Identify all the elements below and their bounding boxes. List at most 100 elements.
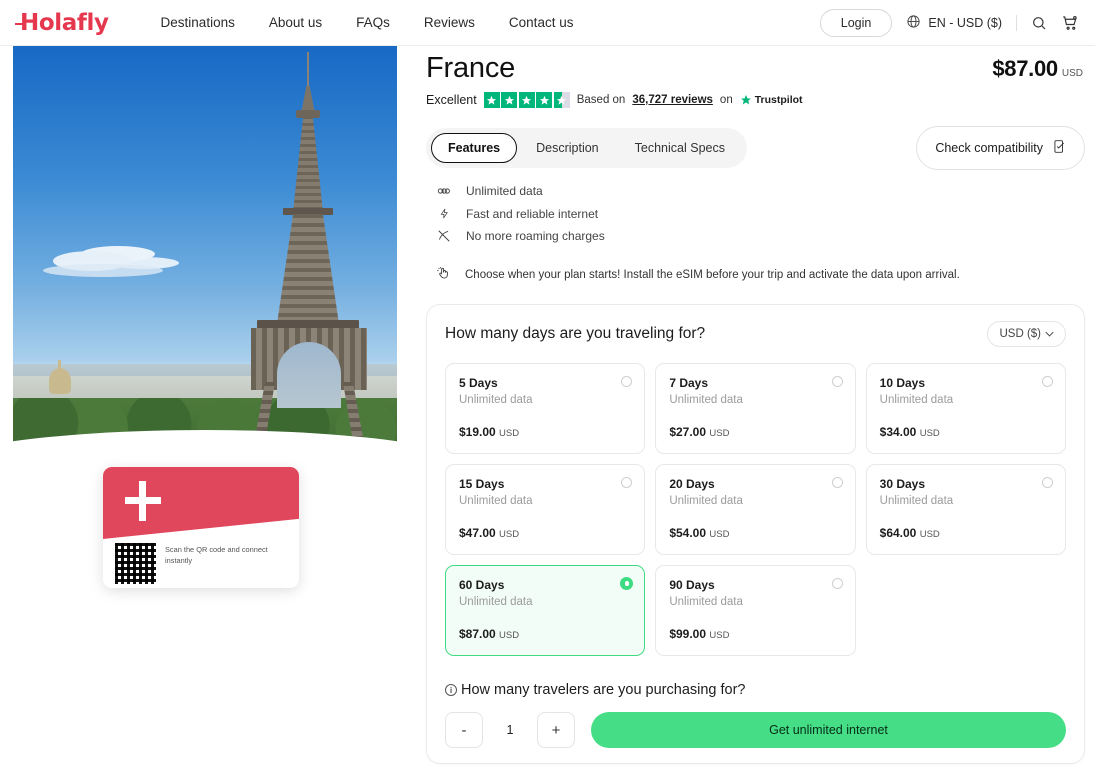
plan-price-amount: $64.00 xyxy=(879,526,917,540)
info-icon[interactable]: i xyxy=(445,684,457,696)
plan-option-7-days[interactable]: 7 Days Unlimited data $27.00 USD xyxy=(655,363,856,454)
star-icon xyxy=(483,92,500,108)
tab-technical-specs[interactable]: Technical Specs xyxy=(618,133,742,163)
star-icon xyxy=(501,92,518,108)
plan-sub-label: Unlimited data xyxy=(669,495,743,507)
plan-start-notice: Choose when your plan starts! Install th… xyxy=(426,265,1085,284)
plan-days-label: 60 Days xyxy=(459,578,505,592)
currency-selector-label: USD ($) xyxy=(999,328,1041,340)
login-button[interactable]: Login xyxy=(819,8,893,37)
currency-selector[interactable]: USD ($) xyxy=(987,321,1066,347)
star-icon xyxy=(536,92,553,108)
holafly-h-icon xyxy=(125,481,165,521)
header-divider xyxy=(1016,14,1017,31)
plan-sub-label: Unlimited data xyxy=(879,394,954,406)
plan-option-20-days[interactable]: 20 Days Unlimited data $54.00 USD xyxy=(655,464,856,555)
page-title: France xyxy=(426,52,516,84)
plan-option-15-days[interactable]: 15 Days Unlimited data $47.00 USD xyxy=(445,464,646,555)
nav-item-reviews[interactable]: Reviews xyxy=(424,15,475,30)
page-body: Scan the QR code and connect instantly F… xyxy=(0,46,1095,773)
plan-price: $34.00 USD xyxy=(880,425,1052,439)
holafly-logo[interactable]: Holafly xyxy=(15,10,109,36)
plan-selection-panel: How many days are you traveling for? USD… xyxy=(426,304,1085,764)
plan-price-currency: USD xyxy=(709,428,730,439)
rating-word: Excellent xyxy=(426,93,477,107)
travelers-question: How many travelers are you purchasing fo… xyxy=(461,682,746,698)
check-compatibility-button[interactable]: Check compatibility xyxy=(916,126,1085,170)
plan-grid: 5 Days Unlimited data $19.00 USD 7 Days … xyxy=(445,363,1066,656)
trustpilot-logo: Trustpilot xyxy=(740,94,803,106)
trustpilot-rating: Excellent Based on 36,727 reviews on Tru… xyxy=(426,92,1085,108)
plan-days-label: 10 Days xyxy=(879,376,926,390)
main-navigation: Destinations About us FAQs Reviews Conta… xyxy=(161,15,574,30)
bolt-icon xyxy=(436,206,452,221)
reviews-count-link[interactable]: 36,727 reviews xyxy=(632,94,713,106)
site-header: Holafly Destinations About us FAQs Revie… xyxy=(0,0,1095,46)
plan-option-90-days[interactable]: 90 Days Unlimited data $99.00 USD xyxy=(655,565,856,656)
phone-check-icon xyxy=(1052,139,1066,157)
plan-days-label: 30 Days xyxy=(879,477,926,491)
plan-price: $27.00 USD xyxy=(669,425,841,439)
product-price: $87.00 USD xyxy=(992,56,1085,82)
search-icon[interactable] xyxy=(1031,15,1047,31)
nav-item-contact-us[interactable]: Contact us xyxy=(509,15,574,30)
plan-option-10-days[interactable]: 10 Days Unlimited data $34.00 USD xyxy=(865,363,1066,454)
plan-price-amount: $87.00 xyxy=(459,627,496,641)
plan-price-amount: $19.00 xyxy=(459,425,496,439)
purchase-row: - 1 + Get unlimited internet xyxy=(445,712,1066,748)
esim-qr-card: Scan the QR code and connect instantly xyxy=(103,467,299,588)
plan-option-30-days[interactable]: 30 Days Unlimited data $64.00 USD xyxy=(865,464,1066,555)
plan-price: $47.00 USD xyxy=(459,526,631,540)
chevron-down-icon xyxy=(1045,328,1054,340)
title-row: France $87.00 USD xyxy=(426,46,1085,85)
nav-item-about-us[interactable]: About us xyxy=(269,15,322,30)
tabs-row: Features Description Technical Specs Che… xyxy=(426,126,1085,170)
tab-description[interactable]: Description xyxy=(519,133,616,163)
trustpilot-star-icon xyxy=(740,95,751,105)
price-amount: $87.00 xyxy=(992,56,1058,81)
plan-radio[interactable] xyxy=(1041,376,1053,387)
eiffel-tower-graphic xyxy=(249,52,369,470)
plan-price: $19.00 USD xyxy=(459,425,631,439)
check-compatibility-label: Check compatibility xyxy=(935,141,1043,155)
plan-days-label: 5 Days xyxy=(459,376,498,390)
photo-cloud xyxy=(43,264,163,277)
travelers-question-row: i How many travelers are you purchasing … xyxy=(445,682,1066,698)
plan-days-label: 20 Days xyxy=(669,477,715,491)
plan-price: $54.00 USD xyxy=(669,526,841,540)
photo-dome xyxy=(49,360,71,394)
qr-card-brand-banner xyxy=(103,467,299,539)
feature-label: No more roaming charges xyxy=(466,229,605,243)
header-actions: Login EN - USD ($) xyxy=(819,8,1079,37)
globe-icon xyxy=(906,14,921,32)
locale-label: EN - USD ($) xyxy=(928,15,1002,30)
plan-option-60-days[interactable]: 60 Days Unlimited data $87.00 USD xyxy=(445,565,646,656)
cart-icon[interactable] xyxy=(1061,14,1079,32)
on-label: on xyxy=(719,94,733,106)
plan-radio-selected[interactable] xyxy=(620,577,634,590)
feature-list: Unlimited data Fast and reliable interne… xyxy=(426,184,1085,243)
nav-item-destinations[interactable]: Destinations xyxy=(161,15,235,30)
plan-radio[interactable] xyxy=(1041,477,1053,488)
quantity-decrement-button[interactable]: - xyxy=(445,712,483,748)
plan-sub-label: Unlimited data xyxy=(669,394,743,406)
plan-option-5-days[interactable]: 5 Days Unlimited data $19.00 USD xyxy=(445,363,646,454)
quantity-value: 1 xyxy=(506,723,514,737)
get-unlimited-internet-button[interactable]: Get unlimited internet xyxy=(591,712,1066,748)
plan-price: $87.00 USD xyxy=(459,627,631,641)
plan-radio[interactable] xyxy=(831,477,843,488)
based-on-label: Based on xyxy=(576,94,626,106)
notice-text: Choose when your plan starts! Install th… xyxy=(465,268,960,281)
plan-radio[interactable] xyxy=(831,376,843,387)
plan-question: How many days are you traveling for? xyxy=(445,325,706,342)
feature-label: Fast and reliable internet xyxy=(466,206,599,221)
nav-item-faqs[interactable]: FAQs xyxy=(356,15,390,30)
plan-price-currency: USD xyxy=(709,529,730,540)
locale-selector[interactable]: EN - USD ($) xyxy=(906,14,1002,32)
infinity-icon xyxy=(436,186,452,196)
quantity-increment-button[interactable]: + xyxy=(537,712,575,748)
plan-sub-label: Unlimited data xyxy=(459,495,533,507)
no-roaming-icon xyxy=(436,229,452,243)
plan-radio[interactable] xyxy=(831,578,843,589)
tab-features[interactable]: Features xyxy=(431,133,518,163)
